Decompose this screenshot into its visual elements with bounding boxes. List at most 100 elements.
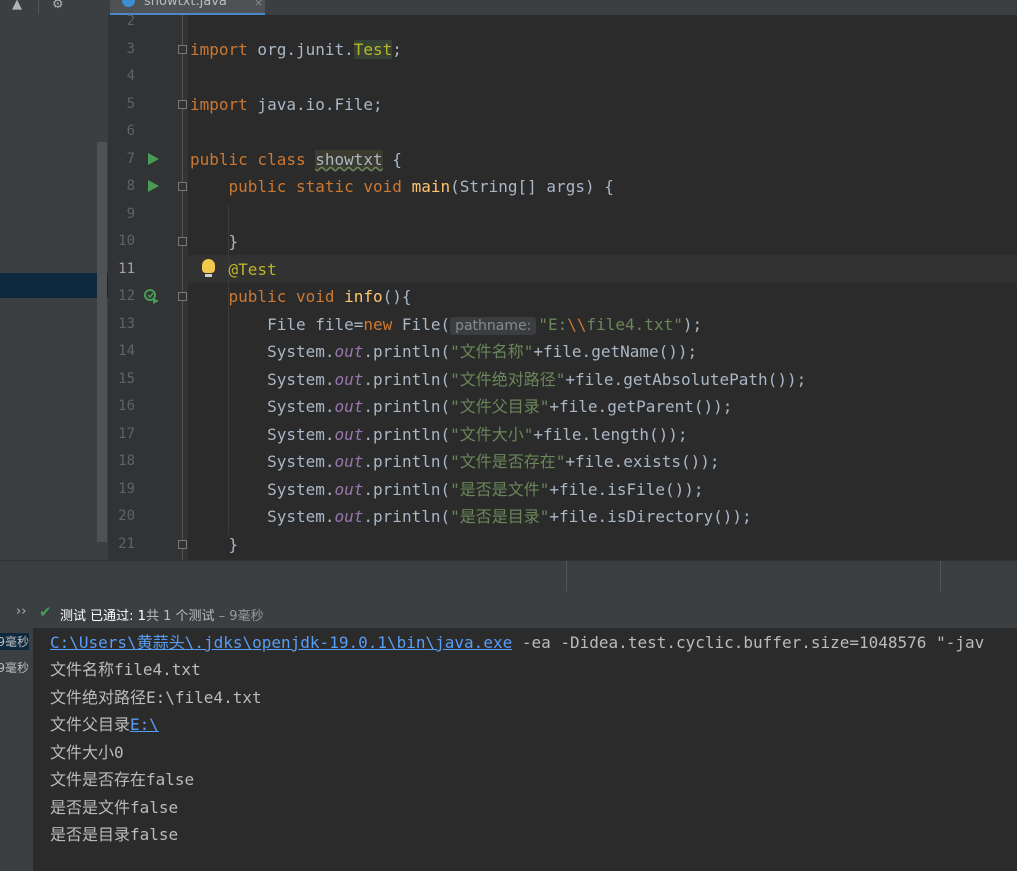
code-line[interactable]: 17 System.out.println("文件大小"+file.length… (108, 421, 1017, 448)
parent-path-link[interactable]: E:\ (130, 715, 159, 734)
code-text: System.out.println("文件大小"+file.length())… (190, 421, 687, 448)
run-status-bar: ›› ✔ 测试 已通过: 1共 1 个测试 – 9毫秒 (0, 600, 1017, 629)
run-icon[interactable] (148, 153, 159, 165)
project-tree-selected-row[interactable] (0, 273, 108, 298)
code-token: "文件绝对路径" (450, 370, 566, 389)
line-number: 19 (118, 481, 135, 497)
code-line[interactable]: 4 (108, 63, 1017, 90)
code-token: System. (190, 425, 335, 444)
test-root-time[interactable]: 9毫秒 (0, 633, 29, 650)
expand-icon[interactable]: ›› (16, 604, 26, 619)
code-token: { (382, 150, 402, 169)
code-line[interactable]: 6 (108, 118, 1017, 145)
code-line[interactable]: 10 } (108, 228, 1017, 255)
status-passed: 已通过: (90, 609, 134, 624)
status-label: 测试 (60, 609, 87, 624)
code-token: "是否是文件" (450, 480, 550, 499)
code-text: System.out.println("文件绝对路径"+file.getAbso… (190, 366, 806, 393)
code-token: System. (190, 452, 335, 471)
code-token: ; (392, 40, 402, 59)
code-line[interactable]: 3 import org.junit.Test; (108, 36, 1017, 63)
collapse-icon[interactable]: ▲ (12, 0, 22, 12)
line-number: 5 (126, 96, 135, 112)
code-token: "是否是目录" (450, 507, 550, 526)
code-text: System.out.println("文件名称"+file.getName()… (190, 338, 697, 365)
console-line: 是否是目录false (50, 825, 179, 844)
code-line[interactable]: 14 System.out.println("文件名称"+file.getNam… (108, 338, 1017, 365)
code-token: public static void (228, 177, 412, 196)
code-line[interactable]: 15 System.out.println("文件绝对路径"+file.getA… (108, 366, 1017, 393)
fold-icon[interactable] (178, 45, 187, 54)
code-text: System.out.println("是否是目录"+file.isDirect… (190, 503, 752, 530)
code-line[interactable]: 2 (108, 8, 1017, 35)
fold-icon[interactable] (178, 182, 187, 191)
code-line[interactable]: 11 @Test (108, 256, 1017, 283)
console-command-line: C:\Users\黄蒜头\.jdks\openjdk-19.0.1\bin\ja… (50, 633, 984, 653)
code-token: (String[] args) { (450, 177, 614, 196)
java-path-link[interactable]: C:\Users\黄蒜头\.jdks\openjdk-19.0.1\bin\ja… (50, 633, 512, 652)
project-scrollbar[interactable] (97, 142, 107, 542)
code-text: import org.junit.Test; (190, 36, 402, 63)
code-line[interactable]: 8 public static void main(String[] args)… (108, 173, 1017, 200)
run-icon[interactable] (148, 180, 159, 192)
code-token: out (334, 480, 364, 499)
line-number: 16 (118, 398, 135, 414)
line-number: 15 (118, 371, 135, 387)
code-line[interactable]: 18 System.out.println("文件是否存在"+file.exis… (108, 448, 1017, 475)
code-line[interactable]: 5 import java.io.File; (108, 91, 1017, 118)
test-item-time[interactable]: 9毫秒 (0, 659, 29, 676)
code-line[interactable]: 7 public class showtxt { (108, 146, 1017, 173)
code-line[interactable]: 13 File file=new File(pathname: "E:\\file… (108, 311, 1017, 338)
console-output[interactable]: C:\Users\黄蒜头\.jdks\openjdk-19.0.1\bin\ja… (33, 628, 1017, 871)
code-token: showtxt (315, 150, 383, 169)
java-class-icon (122, 0, 135, 7)
code-token: ); (682, 315, 703, 334)
code-token: .println( (363, 425, 451, 444)
code-token: +file.getAbsolutePath()); (565, 370, 807, 389)
console-line: 文件名称file4.txt (50, 660, 201, 679)
fold-icon[interactable] (178, 237, 187, 246)
code-token: new (363, 315, 402, 334)
line-number: 17 (118, 426, 135, 442)
line-number: 21 (118, 536, 135, 552)
status-time: – 9毫秒 (214, 609, 264, 624)
code-token: out (334, 507, 364, 526)
code-token: +file.isFile()); (549, 480, 704, 499)
code-text: } (190, 228, 239, 255)
line-number: 11 (118, 261, 135, 277)
check-icon: ✔ (39, 603, 52, 621)
editor-breadcrumb-bar (0, 560, 1017, 601)
fold-icon[interactable] (178, 540, 187, 549)
code-line[interactable]: 9 (108, 201, 1017, 228)
code-line[interactable]: 16 System.out.println("文件父目录"+file.getPa… (108, 393, 1017, 420)
code-token: import (190, 40, 248, 59)
run-test-icon[interactable] (144, 289, 160, 305)
code-token: +file.isDirectory()); (549, 507, 752, 526)
code-token: System. (190, 480, 335, 499)
code-token: out (334, 452, 364, 471)
code-line[interactable]: 20 System.out.println("是否是目录"+file.isDir… (108, 503, 1017, 530)
line-number: 2 (126, 13, 135, 29)
fold-icon[interactable] (178, 100, 187, 109)
code-token: File file= (190, 315, 364, 334)
code-token: "文件父目录" (450, 397, 550, 416)
code-token: "文件名称" (450, 342, 534, 361)
code-line[interactable]: 12 public void info(){ (108, 283, 1017, 310)
line-number: 12 (118, 288, 135, 304)
line-number: 13 (118, 316, 135, 332)
code-token: +file.exists()); (565, 452, 720, 471)
code-token: .println( (363, 507, 451, 526)
gear-icon[interactable]: ⚙ (52, 0, 64, 12)
code-token: org.junit. (247, 40, 354, 59)
code-token: +file.getName()); (533, 342, 698, 361)
code-line[interactable]: 19 System.out.println("是否是文件"+file.isFil… (108, 476, 1017, 503)
console-line: 文件父目录E:\ (50, 715, 159, 735)
code-line[interactable]: 21 } (108, 531, 1017, 558)
divider (566, 561, 567, 591)
parent-label: 文件父目录 (50, 715, 131, 734)
code-token: .println( (363, 452, 451, 471)
code-token: info (344, 287, 383, 306)
fold-icon[interactable] (178, 292, 187, 301)
